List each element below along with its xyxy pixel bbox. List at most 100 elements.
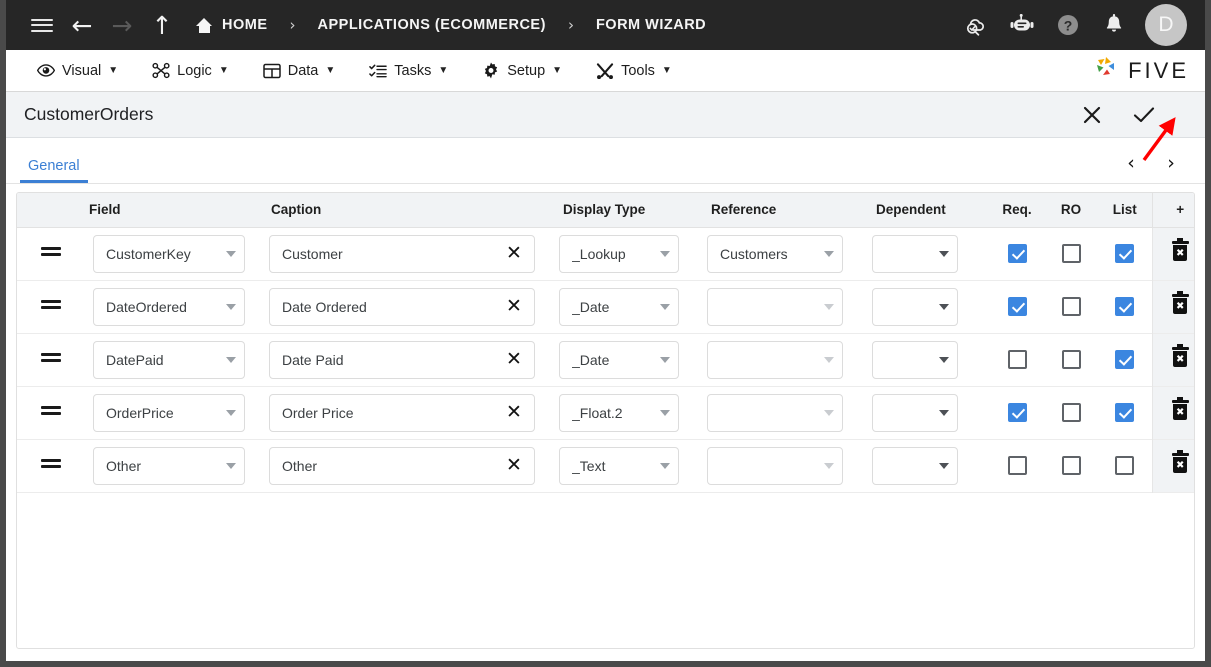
list-checkbox[interactable] xyxy=(1115,244,1135,263)
field-cell: OrderPrice xyxy=(85,386,267,439)
dependent-select[interactable] xyxy=(872,393,958,432)
up-arrow-icon[interactable]: ↑ xyxy=(142,0,182,50)
delete-row-button[interactable]: ✖ xyxy=(1151,439,1194,492)
menu-item-tasks[interactable]: Tasks ▼ xyxy=(352,50,465,92)
reference-value: Customers xyxy=(720,245,788,262)
clear-icon[interactable]: ✕ xyxy=(504,350,524,369)
reference-select[interactable]: Customers xyxy=(707,234,843,273)
help-icon[interactable]: ? xyxy=(1047,0,1089,50)
ro-checkbox[interactable] xyxy=(1061,244,1081,263)
list-checkbox[interactable] xyxy=(1115,350,1135,369)
req-checkbox[interactable] xyxy=(1007,350,1027,369)
display-type-select[interactable]: _Date xyxy=(559,340,679,379)
menu-item-tools[interactable]: Tools ▼ xyxy=(579,50,689,92)
clear-icon[interactable]: ✕ xyxy=(504,244,524,263)
row-drag-handle-cell[interactable] xyxy=(17,439,85,492)
reference-select[interactable] xyxy=(707,340,843,379)
chevron-down-icon xyxy=(824,356,834,363)
hamburger-menu-icon[interactable] xyxy=(22,0,62,50)
list-checkbox[interactable] xyxy=(1115,456,1135,475)
ro-cell xyxy=(1044,280,1098,333)
req-checkbox[interactable] xyxy=(1007,403,1027,422)
delete-row-button[interactable]: ✖ xyxy=(1151,280,1194,333)
trash-x-icon: ✖ xyxy=(1171,238,1189,261)
clear-icon[interactable]: ✕ xyxy=(504,456,524,475)
delete-row-button[interactable]: ✖ xyxy=(1151,386,1194,439)
add-row-button[interactable]: + xyxy=(1151,193,1194,228)
reference-select[interactable] xyxy=(707,393,843,432)
dependent-select[interactable] xyxy=(872,287,958,326)
display-type-select[interactable]: _Text xyxy=(559,446,679,485)
caption-input[interactable]: Date Ordered ✕ xyxy=(269,287,535,326)
close-button[interactable] xyxy=(1079,102,1105,128)
next-record-button[interactable]: › xyxy=(1159,151,1183,175)
display-type-select[interactable]: _Date xyxy=(559,287,679,326)
ro-checkbox[interactable] xyxy=(1061,456,1081,475)
drag-handle-icon[interactable] xyxy=(41,297,61,312)
previous-record-button[interactable]: ‹ xyxy=(1119,151,1143,175)
field-select[interactable]: DatePaid xyxy=(93,340,245,379)
ro-checkbox[interactable] xyxy=(1061,350,1081,369)
tab-general[interactable]: General xyxy=(20,158,88,183)
chat-bot-icon[interactable] xyxy=(1001,0,1043,50)
drag-handle-icon[interactable] xyxy=(41,456,61,471)
clear-icon[interactable]: ✕ xyxy=(504,297,524,316)
forward-arrow-icon[interactable]: → xyxy=(102,0,142,50)
dependent-select[interactable] xyxy=(872,446,958,485)
field-select[interactable]: OrderPrice xyxy=(93,393,245,432)
req-checkbox[interactable] xyxy=(1007,244,1027,263)
cloud-check-icon[interactable] xyxy=(955,0,997,50)
avatar[interactable]: D xyxy=(1145,4,1187,46)
breadcrumb-item-applications[interactable]: APPLICATIONS (ECOMMERCE) xyxy=(316,17,548,33)
dependent-select[interactable] xyxy=(872,234,958,273)
display-type-select[interactable]: _Float.2 xyxy=(559,393,679,432)
menu-item-logic[interactable]: Logic ▼ xyxy=(135,50,246,92)
req-checkbox[interactable] xyxy=(1007,456,1027,475)
delete-row-button[interactable]: ✖ xyxy=(1151,333,1194,386)
back-arrow-icon[interactable]: ← xyxy=(62,0,102,50)
field-select[interactable]: DateOrdered xyxy=(93,287,245,326)
delete-row-button[interactable]: ✖ xyxy=(1151,227,1194,280)
row-drag-handle-cell[interactable] xyxy=(17,333,85,386)
reference-select[interactable] xyxy=(707,446,843,485)
ro-checkbox[interactable] xyxy=(1061,403,1081,422)
list-checkbox[interactable] xyxy=(1115,403,1135,422)
display-type-select[interactable]: _Lookup xyxy=(559,234,679,273)
caption-input[interactable]: Date Paid ✕ xyxy=(269,340,535,379)
row-drag-handle-cell[interactable] xyxy=(17,280,85,333)
trash-x-icon: ✖ xyxy=(1171,450,1189,473)
reference-select[interactable] xyxy=(707,287,843,326)
caption-input[interactable]: Other ✕ xyxy=(269,446,535,485)
menu-item-data[interactable]: Data ▼ xyxy=(246,50,353,92)
confirm-check-button[interactable] xyxy=(1131,102,1157,128)
breadcrumb-item-form-wizard[interactable]: FORM WIZARD xyxy=(594,17,708,33)
ro-cell xyxy=(1044,227,1098,280)
top-bar-actions: ? D xyxy=(955,0,1205,50)
gear-icon xyxy=(482,62,500,80)
menu-bar: Visual ▼ Logic ▼ Data ▼ Tasks ▼ Setup ▼ … xyxy=(6,50,1205,92)
table-row: DateOrdered Date Ordered ✕ _Date ✖ xyxy=(17,280,1194,333)
clear-icon[interactable]: ✕ xyxy=(504,403,524,422)
column-header-req: Req. xyxy=(990,193,1044,228)
dependent-select[interactable] xyxy=(872,340,958,379)
drag-handle-icon[interactable] xyxy=(41,350,61,365)
req-checkbox[interactable] xyxy=(1007,297,1027,316)
list-checkbox[interactable] xyxy=(1115,297,1135,316)
menu-item-setup[interactable]: Setup ▼ xyxy=(465,50,579,92)
drag-handle-icon[interactable] xyxy=(41,244,61,259)
breadcrumb-item-home[interactable]: HOME xyxy=(194,17,270,33)
brand-text: FIVE xyxy=(1128,57,1189,83)
breadcrumb: HOME › APPLICATIONS (ECOMMERCE) › FORM W… xyxy=(194,16,708,34)
ro-checkbox[interactable] xyxy=(1061,297,1081,316)
row-drag-handle-cell[interactable] xyxy=(17,227,85,280)
menu-item-visual[interactable]: Visual ▼ xyxy=(20,50,135,92)
trash-x-icon: ✖ xyxy=(1171,344,1189,367)
svg-text:?: ? xyxy=(1064,17,1073,33)
caption-input[interactable]: Order Price ✕ xyxy=(269,393,535,432)
field-select[interactable]: Other xyxy=(93,446,245,485)
field-select[interactable]: CustomerKey xyxy=(93,234,245,273)
row-drag-handle-cell[interactable] xyxy=(17,386,85,439)
caption-input[interactable]: Customer ✕ xyxy=(269,234,535,273)
drag-handle-icon[interactable] xyxy=(41,403,61,418)
notifications-bell-icon[interactable] xyxy=(1093,0,1135,50)
